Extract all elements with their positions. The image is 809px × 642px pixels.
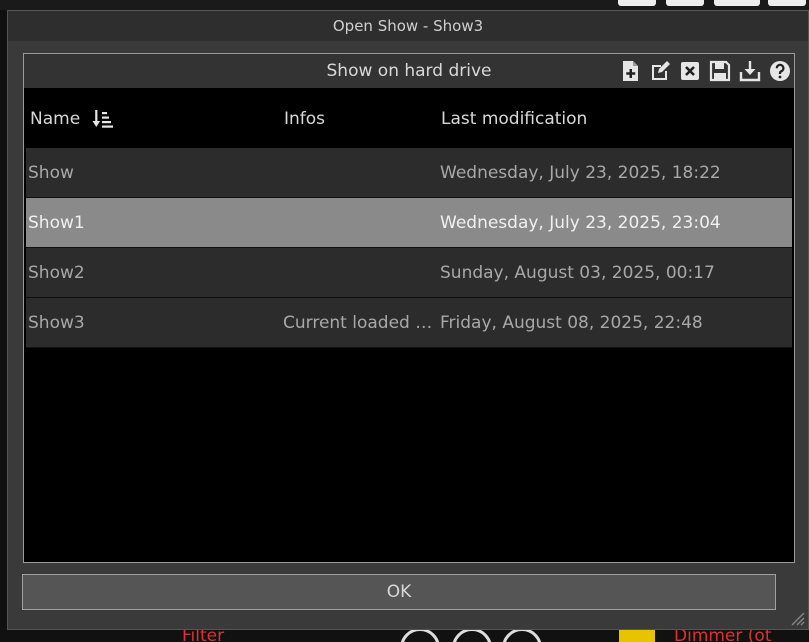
background-key bbox=[666, 0, 704, 6]
background-ring bbox=[452, 628, 492, 642]
panel-header: Show on hard drive bbox=[24, 54, 794, 88]
row-infos bbox=[283, 198, 439, 248]
save-icon[interactable] bbox=[708, 59, 732, 83]
column-header-last-modification[interactable]: Last modification bbox=[441, 90, 587, 148]
show-list-panel: Show on hard drive Name Infos Last modif… bbox=[23, 53, 795, 563]
panel-toolbar bbox=[618, 59, 792, 83]
row-name: Show2 bbox=[28, 263, 85, 283]
column-header-name[interactable]: Name bbox=[30, 90, 114, 148]
table-row[interactable]: Show Wednesday, July 23, 2025, 18:22 bbox=[26, 148, 792, 198]
column-header-name-label: Name bbox=[30, 109, 81, 129]
row-name: Show bbox=[28, 163, 74, 183]
import-icon[interactable] bbox=[738, 59, 762, 83]
row-infos bbox=[283, 248, 439, 298]
row-infos: Current loaded … bbox=[283, 313, 433, 333]
row-date: Friday, August 08, 2025, 22:48 bbox=[440, 313, 703, 333]
background-key bbox=[618, 0, 656, 6]
background-key bbox=[768, 0, 806, 6]
delete-icon[interactable] bbox=[678, 59, 702, 83]
background-yellow-swatch bbox=[619, 630, 655, 642]
dialog-title: Open Show - Show3 bbox=[8, 11, 808, 41]
row-name: Show3 bbox=[28, 313, 85, 333]
table-row[interactable]: Show2 Sunday, August 03, 2025, 00:17 bbox=[26, 248, 792, 298]
row-date: Wednesday, July 23, 2025, 18:22 bbox=[440, 163, 721, 183]
new-file-icon[interactable] bbox=[618, 59, 642, 83]
row-date: Sunday, August 03, 2025, 00:17 bbox=[440, 263, 715, 283]
column-header-infos[interactable]: Infos bbox=[284, 90, 325, 148]
resize-grip-icon[interactable] bbox=[791, 612, 805, 626]
edit-icon[interactable] bbox=[648, 59, 672, 83]
background-ring bbox=[400, 628, 440, 642]
help-icon[interactable] bbox=[768, 59, 792, 83]
background-top bbox=[0, 0, 809, 10]
table-row[interactable]: Show3 Current loaded … Friday, August 08… bbox=[26, 298, 792, 348]
sort-ascending-icon[interactable] bbox=[92, 108, 114, 130]
ok-button[interactable]: OK bbox=[22, 574, 776, 610]
table-header: Name Infos Last modification bbox=[26, 90, 792, 148]
table-row-selected[interactable]: Show1 Wednesday, July 23, 2025, 23:04 bbox=[26, 198, 792, 248]
row-date: Wednesday, July 23, 2025, 23:04 bbox=[440, 213, 721, 233]
open-show-dialog: Open Show - Show3 Show on hard drive Nam… bbox=[7, 10, 809, 630]
background-ring bbox=[502, 628, 542, 642]
background-key bbox=[714, 0, 760, 6]
show-table: Name Infos Last modification Show Wednes… bbox=[26, 90, 792, 348]
row-infos bbox=[283, 148, 439, 198]
row-name: Show1 bbox=[28, 213, 85, 233]
